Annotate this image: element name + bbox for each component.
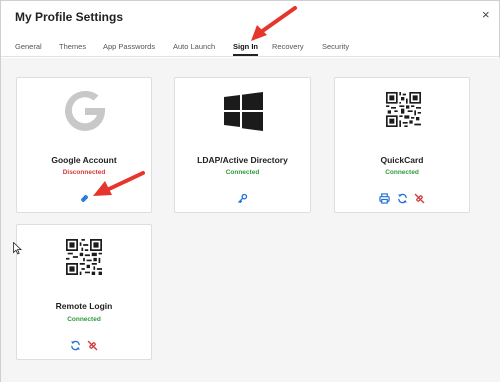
status-badge: Connected [67, 316, 101, 323]
settings-dialog: My Profile Settings × General Themes App… [0, 0, 500, 382]
tab-auto-launch[interactable]: Auto Launch [173, 42, 215, 51]
card-name: QuickCard [380, 155, 424, 165]
card-actions [175, 190, 310, 208]
ldap-card: LDAP/Active Directory Connected [174, 77, 311, 213]
link-icon[interactable] [79, 193, 90, 204]
tab-general[interactable]: General [15, 42, 42, 51]
quickcard-card: QuickCard Connected [334, 77, 470, 213]
card-actions [17, 190, 151, 208]
unlink-icon[interactable] [87, 340, 98, 351]
windows-logo-icon [224, 92, 263, 131]
dialog-title: My Profile Settings [15, 10, 124, 24]
qr-code-icon [386, 92, 421, 127]
tab-bar: General Themes App Passwords Auto Launch… [1, 37, 500, 57]
tab-recovery[interactable]: Recovery [272, 42, 304, 51]
print-icon[interactable] [379, 193, 390, 204]
status-badge: Disconnected [62, 169, 106, 176]
google-account-card: Google Account Disconnected [16, 77, 152, 213]
qr-code-icon [66, 239, 102, 275]
card-name: Remote Login [55, 301, 113, 311]
status-badge: Connected [385, 169, 419, 176]
tab-themes[interactable]: Themes [59, 42, 86, 51]
card-actions [335, 190, 469, 208]
card-name: Google Account [51, 155, 117, 165]
close-icon[interactable]: × [482, 8, 490, 22]
card-name: LDAP/Active Directory [197, 155, 288, 165]
mouse-cursor-icon [13, 242, 22, 255]
tab-security[interactable]: Security [322, 42, 349, 51]
key-icon[interactable] [237, 193, 248, 204]
tab-app-passwords[interactable]: App Passwords [103, 42, 155, 51]
unlink-icon[interactable] [414, 193, 425, 204]
status-badge: Connected [225, 169, 260, 176]
refresh-icon[interactable] [397, 193, 408, 204]
remote-login-card: Remote Login Connected [16, 224, 152, 360]
google-logo-icon [65, 90, 105, 131]
refresh-icon[interactable] [70, 340, 81, 351]
tab-sign-in[interactable]: Sign In [233, 42, 258, 56]
card-actions [17, 337, 151, 355]
